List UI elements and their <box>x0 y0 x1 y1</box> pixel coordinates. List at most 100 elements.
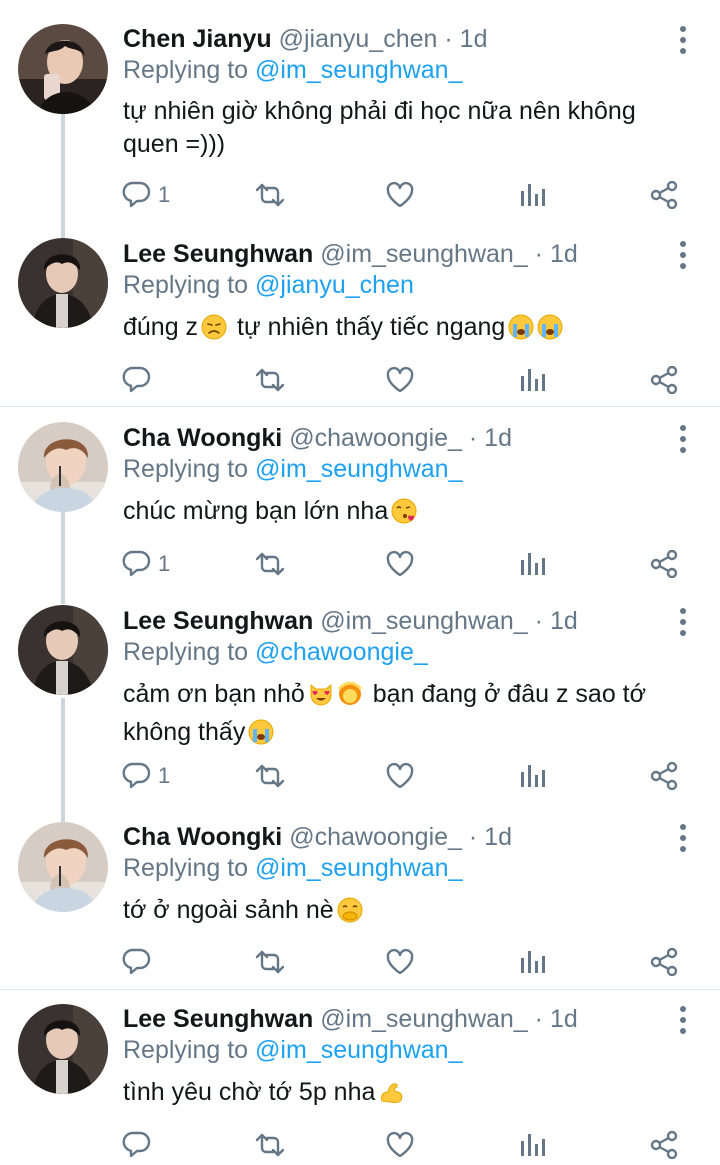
mention-link[interactable]: @chawoongie_ <box>255 638 428 666</box>
more-options-icon[interactable] <box>674 1005 692 1035</box>
retweet-button[interactable] <box>254 544 286 584</box>
tweet[interactable]: Lee Seunghwan @im_seunghwan_ · 1d Replyi… <box>0 230 720 406</box>
avatar[interactable] <box>18 822 108 912</box>
mention-link[interactable]: @im_seunghwan_ <box>255 455 462 483</box>
tweet[interactable]: Cha Woongki @chawoongie_ · 1d Replying t… <box>0 810 720 989</box>
retweet-button[interactable] <box>254 360 286 400</box>
tweet-actions: 1 <box>0 175 720 215</box>
display-name[interactable]: Lee Seunghwan <box>123 607 313 635</box>
tweet[interactable]: Lee Seunghwan @im_seunghwan_ · 1d Replyi… <box>0 990 720 1161</box>
like-button[interactable] <box>386 942 414 982</box>
share-icon <box>650 181 678 209</box>
like-button[interactable] <box>386 1125 414 1165</box>
tweet[interactable]: Cha Woongki @chawoongie_ · 1d Replying t… <box>0 407 720 592</box>
replying-to: Replying to @jianyu_chen <box>123 270 414 300</box>
username[interactable]: @jianyu_chen <box>279 25 438 53</box>
reply-button[interactable] <box>122 942 158 982</box>
more-options-icon[interactable] <box>674 607 692 637</box>
retweet-button[interactable] <box>254 1125 286 1165</box>
analytics-icon <box>519 181 547 209</box>
face-blowing-kiss-icon <box>391 498 417 533</box>
analytics-button[interactable] <box>519 1125 547 1165</box>
replying-to-label: Replying to <box>123 638 249 666</box>
analytics-button[interactable] <box>519 942 547 982</box>
analytics-button[interactable] <box>519 175 547 215</box>
timestamp[interactable]: 1d <box>460 25 488 53</box>
retweet-button[interactable] <box>254 942 286 982</box>
mention-link[interactable]: @im_seunghwan_ <box>255 854 462 882</box>
tweet-text-part: chúc mừng bạn lớn nha <box>123 497 389 525</box>
display-name[interactable]: Lee Seunghwan <box>123 1005 313 1033</box>
username[interactable]: @chawoongie_ <box>289 823 462 851</box>
share-button[interactable] <box>650 756 678 796</box>
share-button[interactable] <box>650 544 678 584</box>
timestamp[interactable]: 1d <box>484 823 512 851</box>
replying-to-label: Replying to <box>123 271 249 299</box>
reply-count: 1 <box>158 182 171 207</box>
reply-button[interactable] <box>122 1125 158 1165</box>
display-name[interactable]: Cha Woongki <box>123 424 282 452</box>
analytics-button[interactable] <box>519 360 547 400</box>
display-name[interactable]: Lee Seunghwan <box>123 240 313 268</box>
share-button[interactable] <box>650 1125 678 1165</box>
retweet-icon <box>254 181 286 209</box>
like-button[interactable] <box>386 544 414 584</box>
share-button[interactable] <box>650 175 678 215</box>
display-name[interactable]: Cha Woongki <box>123 823 282 851</box>
replying-to: Replying to @im_seunghwan_ <box>123 1035 462 1065</box>
reply-button[interactable]: 1 <box>122 544 170 584</box>
analytics-button[interactable] <box>519 756 547 796</box>
reply-button[interactable]: 1 <box>122 175 170 215</box>
tweet[interactable]: Chen Jianyu @jianyu_chen · 1d Replying t… <box>0 0 720 230</box>
separator-dot: · <box>468 823 478 851</box>
analytics-button[interactable] <box>519 544 547 584</box>
tweet-text-part: cảm ơn bạn nhỏ <box>123 680 305 708</box>
tweet-text-part: tự nhiên thấy tiếc ngang <box>237 313 506 341</box>
avatar[interactable] <box>18 422 108 512</box>
avatar[interactable] <box>18 605 108 695</box>
replying-to: Replying to @chawoongie_ <box>123 637 428 667</box>
tweet[interactable]: Lee Seunghwan @im_seunghwan_ · 1d Replyi… <box>0 592 720 810</box>
tweet-header: Lee Seunghwan @im_seunghwan_ · 1d <box>123 606 578 636</box>
timestamp[interactable]: 1d <box>484 424 512 452</box>
reply-button[interactable]: 1 <box>122 756 170 796</box>
avatar[interactable] <box>18 238 108 328</box>
like-icon <box>386 1131 414 1159</box>
analytics-icon <box>519 762 547 790</box>
more-options-icon[interactable] <box>674 240 692 270</box>
face-with-hand-over-mouth-icon <box>337 897 363 932</box>
avatar[interactable] <box>18 1004 108 1094</box>
like-button[interactable] <box>386 360 414 400</box>
display-name[interactable]: Chen Jianyu <box>123 25 272 53</box>
analytics-icon <box>519 948 547 976</box>
share-button[interactable] <box>650 360 678 400</box>
more-options-icon[interactable] <box>674 823 692 853</box>
loudly-crying-face-icon <box>508 314 534 349</box>
disappointed-face-icon <box>201 314 227 349</box>
retweet-button[interactable] <box>254 756 286 796</box>
like-button[interactable] <box>386 175 414 215</box>
username[interactable]: @chawoongie_ <box>289 424 462 452</box>
separator-dot: · <box>534 607 543 635</box>
username[interactable]: @im_seunghwan_ <box>320 1005 527 1033</box>
mention-link[interactable]: @im_seunghwan_ <box>255 56 462 84</box>
more-options-icon[interactable] <box>674 424 692 454</box>
timestamp[interactable]: 1d <box>550 240 578 268</box>
timestamp[interactable]: 1d <box>550 607 578 635</box>
avatar[interactable] <box>18 24 108 114</box>
tweet-text: cảm ơn bạn nhỏ bạn đang ở đâu z sao tớ k… <box>123 678 698 754</box>
retweet-icon <box>254 948 286 976</box>
share-button[interactable] <box>650 942 678 982</box>
mention-link[interactable]: @im_seunghwan_ <box>255 1036 462 1064</box>
reply-button[interactable] <box>122 360 158 400</box>
username[interactable]: @im_seunghwan_ <box>320 607 527 635</box>
retweet-button[interactable] <box>254 175 286 215</box>
share-icon <box>650 948 678 976</box>
username[interactable]: @im_seunghwan_ <box>320 240 527 268</box>
replying-to-label: Replying to <box>123 455 249 483</box>
replying-to: Replying to @im_seunghwan_ <box>123 454 462 484</box>
timestamp[interactable]: 1d <box>550 1005 578 1033</box>
more-options-icon[interactable] <box>674 25 692 55</box>
mention-link[interactable]: @jianyu_chen <box>255 271 414 299</box>
like-button[interactable] <box>386 756 414 796</box>
